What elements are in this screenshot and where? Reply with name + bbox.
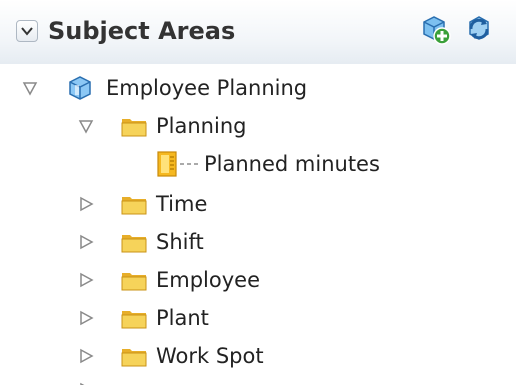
expanded-triangle-icon[interactable] — [78, 118, 94, 134]
collapsed-triangle-icon[interactable] — [78, 272, 94, 288]
panel-header: Subject Areas — [0, 0, 516, 64]
folder-icon — [121, 311, 147, 329]
tree-node-label: Time — [156, 192, 208, 216]
collapsed-triangle-icon[interactable] — [78, 348, 94, 364]
tree-node-employee-planning[interactable]: Employee Planning — [0, 70, 516, 108]
tree-node-employee[interactable]: Employee — [0, 262, 516, 300]
folder-icon — [121, 273, 147, 291]
tree-node-label: Planning — [156, 114, 247, 138]
tree-node-planned-minutes[interactable]: Planned minutes — [0, 146, 516, 184]
panel-title: Subject Areas — [48, 17, 236, 45]
tree-node-planning[interactable]: Planning — [0, 108, 516, 146]
tree-node-label: Employee Planning — [106, 76, 308, 100]
tree-node-time[interactable]: Time — [0, 186, 516, 224]
tree-node-work-spot[interactable]: Work Spot — [0, 338, 516, 376]
refresh-icon[interactable] — [462, 12, 496, 46]
folder-icon — [121, 235, 147, 253]
collapsed-triangle-icon[interactable] — [78, 234, 94, 250]
tree-node-shift[interactable]: Shift — [0, 224, 516, 262]
tree-node-label: Planned minutes — [204, 152, 380, 176]
tree-node-plant[interactable]: Plant — [0, 300, 516, 338]
add-subject-area-icon[interactable] — [418, 12, 452, 46]
expanded-triangle-icon[interactable] — [22, 80, 38, 96]
collapsed-triangle-icon[interactable] — [78, 196, 94, 212]
subject-area-cube-icon — [69, 76, 91, 100]
folder-icon — [121, 349, 147, 367]
subject-areas-panel: Subject Areas Employee Planning Planning… — [0, 0, 516, 385]
collapse-panel-button[interactable] — [16, 20, 38, 42]
tree-node-partial[interactable] — [0, 376, 516, 385]
collapsed-triangle-icon[interactable] — [78, 310, 94, 326]
chevron-down-icon — [21, 27, 33, 36]
tree-node-label: Shift — [156, 230, 204, 254]
folder-icon — [121, 197, 147, 215]
measure-column-icon — [157, 151, 198, 177]
tree-node-label: Work Spot — [156, 344, 264, 368]
folder-icon — [121, 119, 147, 137]
tree-node-label: Employee — [156, 268, 261, 292]
tree-node-label: Plant — [156, 306, 209, 330]
